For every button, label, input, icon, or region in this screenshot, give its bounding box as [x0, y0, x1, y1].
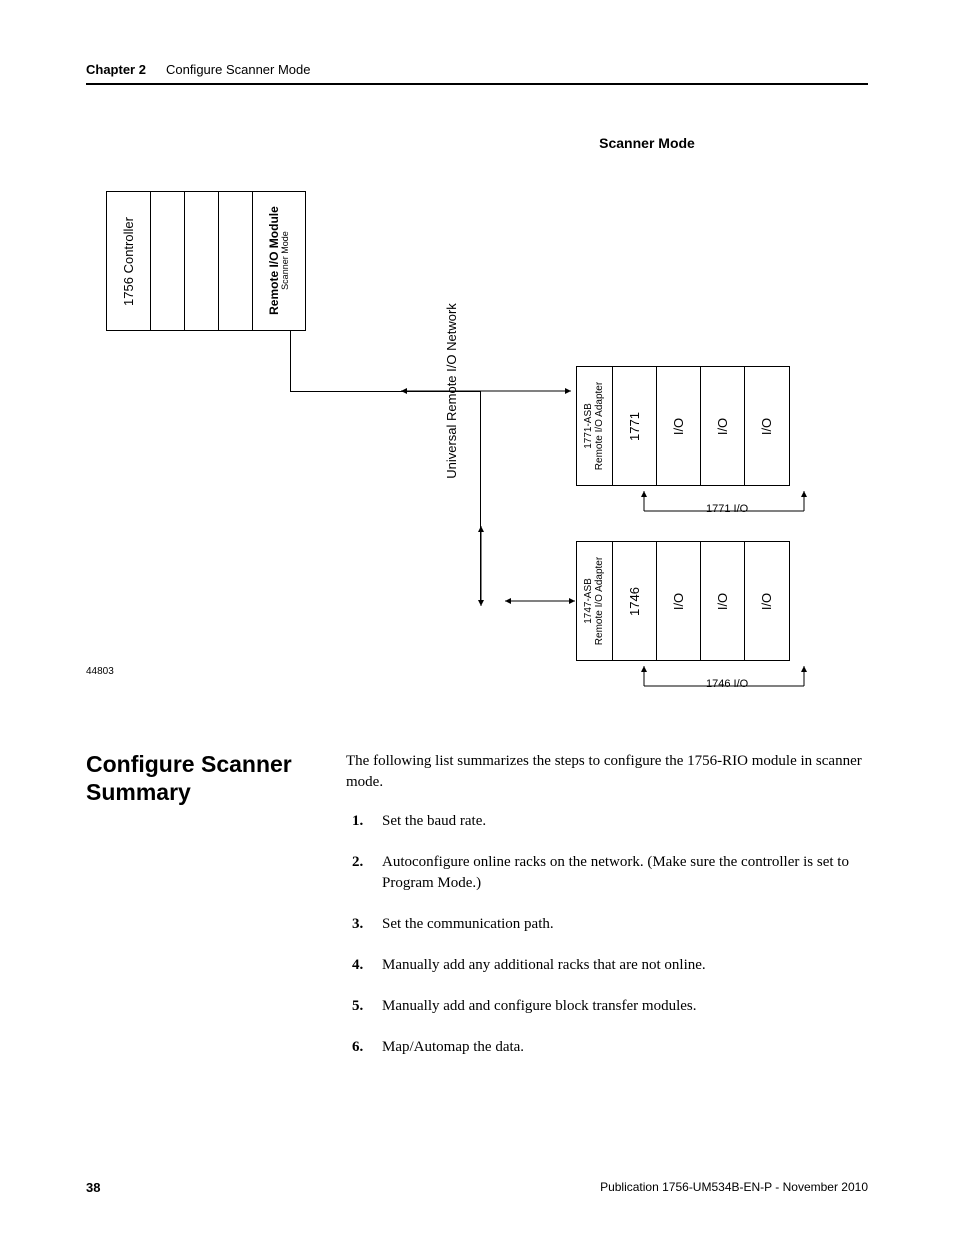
step-item: Set the baud rate.	[374, 811, 868, 832]
adapter-slot: 1771-ASB Remote I/O Adapter	[577, 367, 613, 485]
section-intro: The following list summarizes the steps …	[346, 751, 868, 793]
page-footer: 38 Publication 1756-UM534B-EN-P - Novemb…	[86, 1180, 868, 1195]
rio-module-slot: Remote I/O Module Scanner Mode	[253, 192, 305, 330]
rack-1746: 1747-ASB Remote I/O Adapter 1746 I/O I/O…	[576, 541, 790, 661]
io-slot: I/O	[657, 367, 701, 485]
chapter-label: Chapter 2	[86, 62, 146, 77]
rack1-io-label: 1771 I/O	[706, 503, 748, 515]
steps-list: Set the baud rate. Autoconfigure online …	[346, 811, 868, 1058]
section-body: The following list summarizes the steps …	[346, 751, 868, 1078]
publication-info: Publication 1756-UM534B-EN-P - November …	[600, 1180, 868, 1195]
step-item: Map/Automap the data.	[374, 1037, 868, 1058]
double-arrow-icon	[396, 381, 576, 401]
step-item: Manually add and configure block transfe…	[374, 996, 868, 1017]
adapter-label: 1771-ASB Remote I/O Adapter	[584, 382, 606, 470]
page-header: Chapter 2 Configure Scanner Mode	[86, 62, 868, 83]
header-rule	[86, 83, 868, 85]
section-heading: Configure Scanner Summary	[86, 751, 316, 1078]
empty-slot	[185, 192, 219, 330]
connector-line	[290, 331, 291, 391]
scanner-mode-diagram: 1756 Controller Remote I/O Module Scanne…	[86, 191, 868, 711]
diagram-title: Scanner Mode	[426, 135, 868, 151]
io-slot: I/O	[701, 542, 745, 660]
controller-slot: 1756 Controller	[107, 192, 151, 330]
step-item: Set the communication path.	[374, 914, 868, 935]
io-slot: I/O	[701, 367, 745, 485]
adapter-slot: 1747-ASB Remote I/O Adapter	[577, 542, 613, 660]
rio-module-label: Remote I/O Module Scanner Mode	[267, 207, 290, 316]
figure-id: 44803	[86, 666, 114, 677]
chapter-title: Configure Scanner Mode	[166, 62, 311, 77]
module-slot: 1746	[613, 542, 657, 660]
step-item: Manually add any additional racks that a…	[374, 955, 868, 976]
adapter-label: 1747-ASB Remote I/O Adapter	[584, 557, 606, 645]
double-arrow-icon	[480, 591, 580, 611]
controller-label: 1756 Controller	[121, 217, 136, 306]
io-slot: I/O	[745, 367, 789, 485]
controller-chassis: 1756 Controller Remote I/O Module Scanne…	[106, 191, 306, 331]
empty-slot	[151, 192, 185, 330]
rack-1771: 1771-ASB Remote I/O Adapter 1771 I/O I/O…	[576, 366, 790, 486]
io-slot: I/O	[657, 542, 701, 660]
rack2-io-label: 1746 I/O	[706, 678, 748, 690]
network-label: Universal Remote I/O Network	[444, 291, 459, 491]
empty-slot	[219, 192, 253, 330]
io-slot: I/O	[745, 542, 789, 660]
page-number: 38	[86, 1180, 100, 1195]
step-item: Autoconfigure online racks on the networ…	[374, 852, 868, 894]
module-slot: 1771	[613, 367, 657, 485]
